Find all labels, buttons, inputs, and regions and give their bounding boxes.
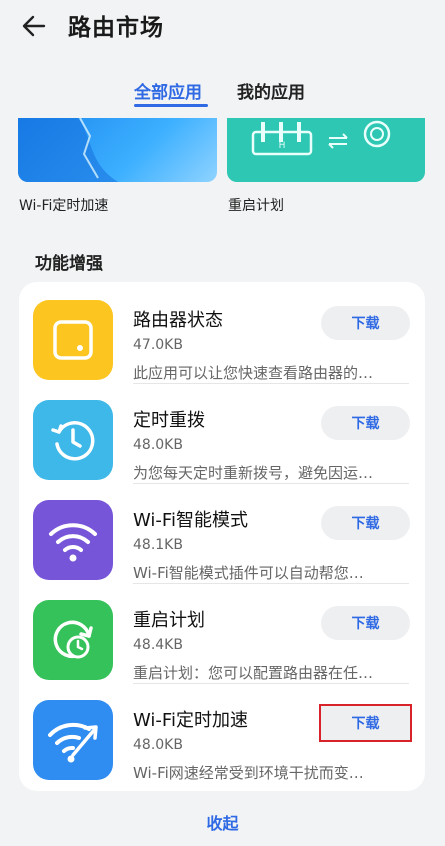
app-description: Wi-Fi智能模式插件可以自动帮您… bbox=[133, 564, 364, 582]
active-tab-indicator bbox=[134, 104, 208, 107]
app-name: 路由器状态 bbox=[133, 310, 223, 331]
app-size: 47.0KB bbox=[133, 337, 183, 353]
wifi-boost-icon bbox=[33, 700, 113, 780]
restart-clock-icon bbox=[33, 600, 113, 680]
download-button-wifi-smart-mode[interactable]: 下载 bbox=[321, 506, 410, 540]
app-name: 重启计划 bbox=[133, 610, 205, 631]
app-row-wifi-smart-mode[interactable]: Wi-Fi智能模式 48.1KB Wi-Fi智能模式插件可以自动帮您… 下载 bbox=[19, 482, 425, 584]
wifi-icon bbox=[33, 500, 113, 580]
arrow-left-icon[interactable] bbox=[18, 10, 50, 42]
app-description: Wi-Fi网速经常受到环境干扰而变… bbox=[133, 764, 364, 782]
app-row-scheduled-redial[interactable]: 定时重拨 48.0KB 为您每天定时重新拨号，避免因运… 下载 bbox=[19, 382, 425, 484]
app-list-card: 路由器状态 47.0KB 此应用可以让您快速查看路由器的… 下载 定时重拨 48… bbox=[19, 282, 425, 791]
app-row-router-status[interactable]: 路由器状态 47.0KB 此应用可以让您快速查看路由器的… 下载 bbox=[19, 282, 425, 384]
tab-bar: 全部应用 我的应用 bbox=[0, 76, 445, 116]
download-button-scheduled-redial[interactable]: 下载 bbox=[321, 406, 410, 440]
download-button-restart-plan[interactable]: 下载 bbox=[321, 606, 410, 640]
app-description: 重启计划：您可以配置路由器在任… bbox=[133, 664, 374, 682]
app-size: 48.0KB bbox=[133, 737, 183, 753]
tab-all-apps[interactable]: 全部应用 bbox=[134, 78, 202, 103]
clock-redial-icon bbox=[33, 400, 113, 480]
router-status-icon bbox=[33, 300, 113, 380]
download-button-wifi-scheduled-boost[interactable]: 下载 bbox=[319, 704, 412, 742]
app-header: 路由市场 bbox=[0, 0, 445, 56]
banner-restart-plan[interactable]: H bbox=[227, 118, 425, 182]
app-name: Wi-Fi定时加速 bbox=[133, 710, 248, 731]
app-name: Wi-Fi智能模式 bbox=[133, 510, 248, 531]
app-name: 定时重拨 bbox=[133, 410, 205, 431]
app-description: 为您每天定时重新拨号，避免因运… bbox=[133, 464, 374, 482]
app-row-wifi-scheduled-boost[interactable]: Wi-Fi定时加速 48.0KB Wi-Fi网速经常受到环境干扰而变… 下载 bbox=[19, 682, 425, 782]
page-title: 路由市场 bbox=[68, 15, 164, 41]
app-size: 48.4KB bbox=[133, 637, 183, 653]
collapse-link[interactable]: 收起 bbox=[0, 810, 445, 834]
download-button-router-status[interactable]: 下载 bbox=[321, 306, 410, 340]
banner-wave-graphic bbox=[18, 118, 118, 182]
router-graphic: H bbox=[251, 120, 391, 156]
banner-wifi-boost[interactable] bbox=[18, 118, 217, 182]
app-size: 48.0KB bbox=[133, 437, 183, 453]
banner-label-restart-plan[interactable]: 重启计划 bbox=[228, 195, 284, 215]
svg-text:H: H bbox=[279, 141, 286, 151]
app-row-restart-plan[interactable]: 重启计划 48.4KB 重启计划：您可以配置路由器在任… 下载 bbox=[19, 582, 425, 684]
app-size: 48.1KB bbox=[133, 537, 183, 553]
tab-my-apps[interactable]: 我的应用 bbox=[237, 78, 305, 103]
app-description: 此应用可以让您快速查看路由器的… bbox=[133, 364, 374, 382]
banner-label-wifi-boost[interactable]: Wi-Fi定时加速 bbox=[19, 195, 108, 215]
section-title: 功能增强 bbox=[35, 254, 103, 274]
